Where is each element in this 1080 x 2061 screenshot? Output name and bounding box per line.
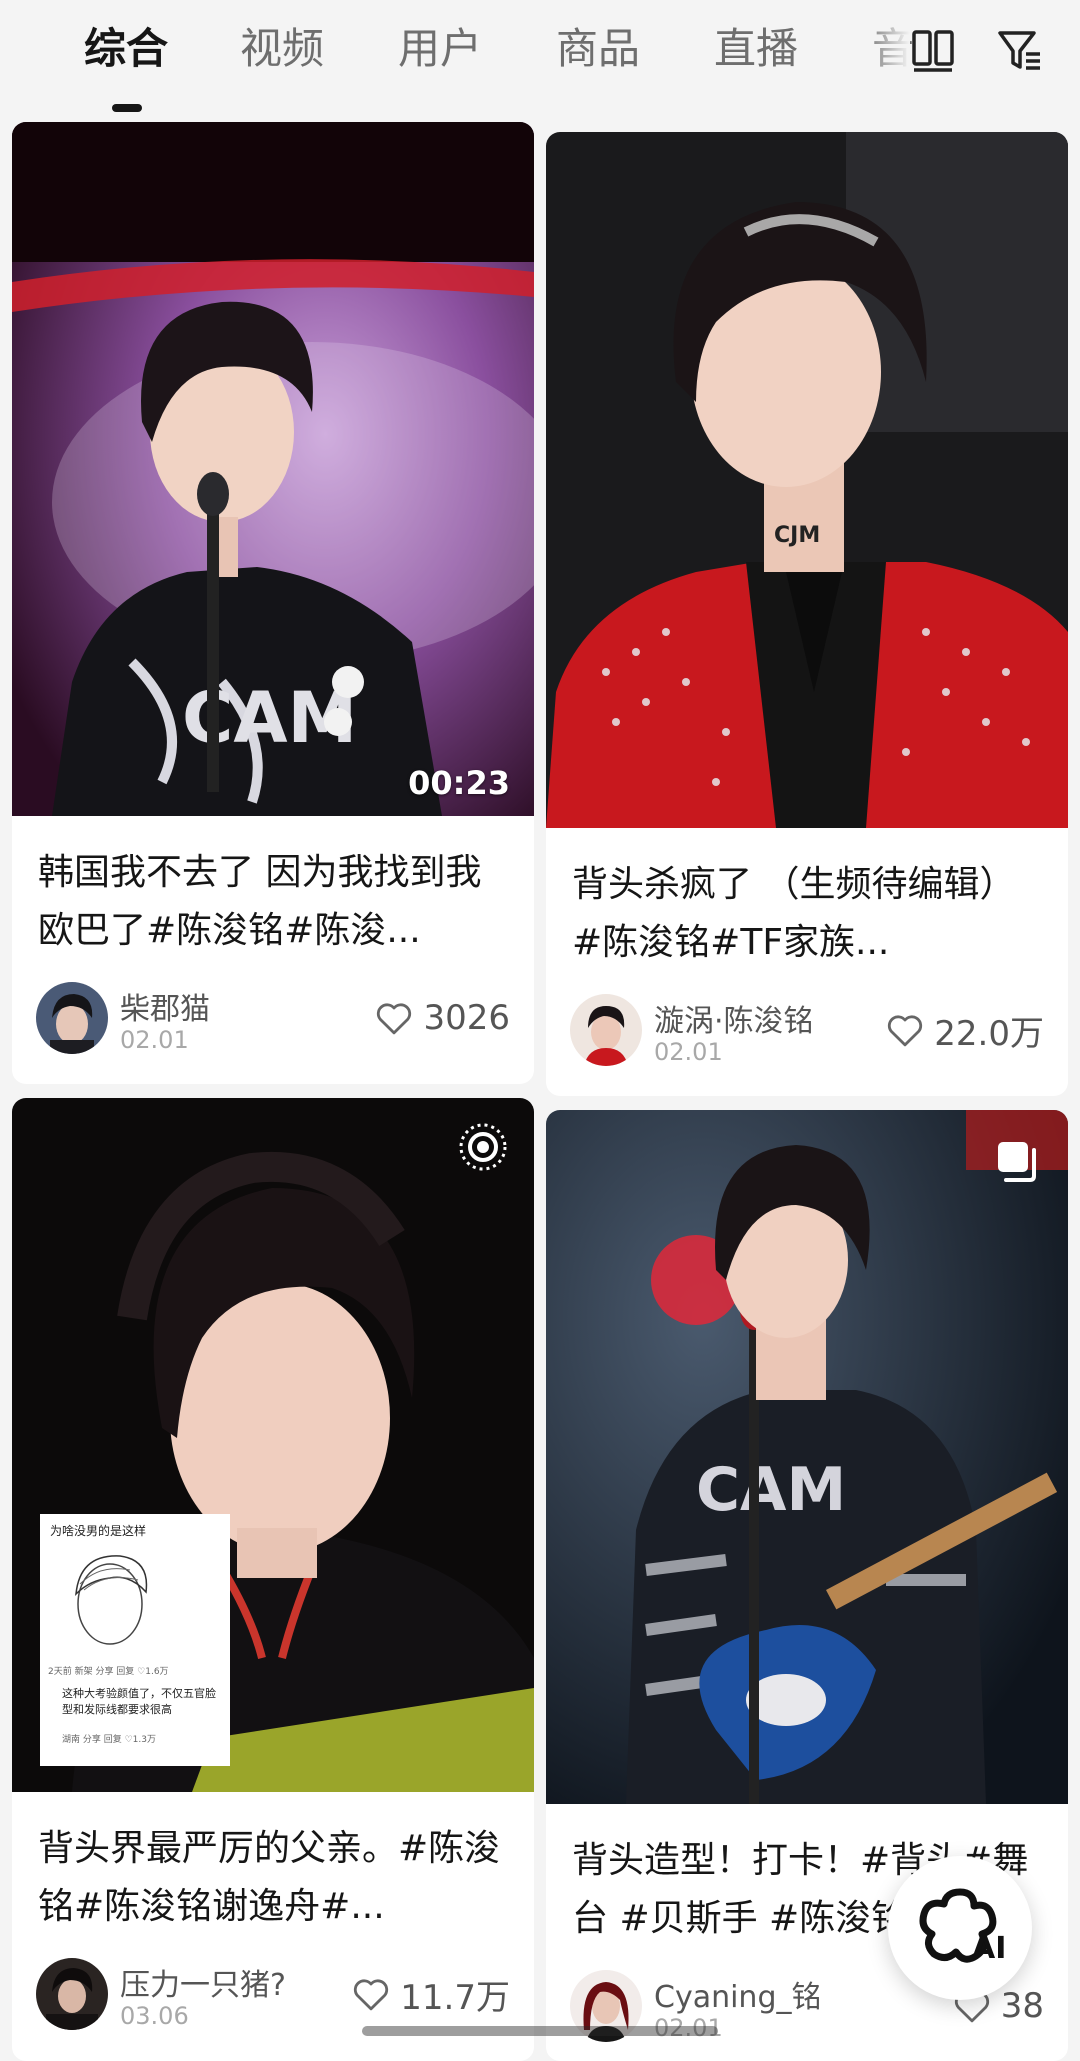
like-button[interactable]: 11.7万 — [350, 1970, 510, 2018]
search-tab-bar: 综合 视频 用户 商品 直播 音 — [0, 0, 1080, 116]
feed-card-live-photo[interactable]: 为啥没男的是这样 2天前 新架 分享 回复 ♡1.6万 这种大考验颜值了，不仅五… — [12, 1098, 534, 2061]
post-date: 02.01 — [654, 1038, 723, 1066]
like-count: 22.0万 — [934, 1013, 1044, 1054]
live-photo-icon — [459, 1123, 507, 1171]
ai-label: AI — [972, 1931, 1006, 1966]
ai-assistant-button[interactable]: AI — [888, 1856, 1032, 2000]
video-duration: 00:23 — [408, 764, 510, 802]
svg-text:CJM: CJM — [774, 523, 820, 548]
video-thumbnail[interactable]: CAM — [12, 122, 534, 816]
author-name[interactable]: 压力一只猪? — [120, 1960, 286, 2004]
post-date: 02.01 — [120, 1026, 189, 1054]
avatar[interactable] — [570, 994, 642, 1066]
card-caption[interactable]: 背头杀疯了 （生频待编辑） #陈浚铭#TF家族... — [572, 856, 1046, 972]
card-author-row[interactable]: 漩涡·陈浚铭 02.01 22.0万 — [570, 994, 1044, 1070]
card-caption[interactable]: 背头界最严厉的父亲。#陈浚铭#陈浚铭谢逸舟#... — [38, 1820, 512, 1936]
home-indicator — [362, 2026, 718, 2036]
comment-screenshot-overlay: 为啥没男的是这样 2天前 新架 分享 回复 ♡1.6万 这种大考验颜值了，不仅五… — [40, 1514, 230, 1766]
tab-comprehensive[interactable]: 综合 — [84, 18, 168, 80]
tab-users[interactable]: 用户 — [398, 18, 482, 80]
overlay-title: 为啥没男的是这样 — [50, 1524, 147, 1538]
tab-live[interactable]: 直播 — [714, 18, 798, 80]
like-count: 11.7万 — [400, 1977, 510, 2018]
like-button[interactable]: 22.0万 — [884, 1006, 1044, 1054]
heart-icon — [377, 1003, 412, 1035]
overlay-meta: 湖南 分享 回复 ♡1.3万 — [62, 1735, 156, 1745]
avatar[interactable] — [36, 1958, 108, 2030]
active-tab-indicator — [112, 104, 142, 112]
overlay-meta: 2天前 新架 分享 回复 ♡1.6万 — [48, 1667, 169, 1677]
filter-icon[interactable] — [996, 26, 1044, 74]
tab-products[interactable]: 商品 — [556, 18, 640, 80]
author-name[interactable]: Cyaning_铭 — [654, 1972, 822, 2016]
svg-text:CAM: CAM — [696, 1455, 846, 1525]
overlay-comment: 这种大考验颜值了，不仅五官脸型和发际线都要求很高 — [62, 1687, 216, 1716]
ai-flower-icon: AI — [919, 1888, 1006, 1966]
card-author-row[interactable]: 压力一只猪? 03.06 11.7万 — [36, 1958, 510, 2034]
sketch-illustration — [75, 1555, 148, 1645]
post-date: 03.06 — [120, 2002, 189, 2030]
like-count: 3026 — [423, 998, 510, 1038]
tab-video[interactable]: 视频 — [240, 18, 324, 80]
card-caption[interactable]: 韩国我不去了 因为我找到我欧巴了#陈浚铭#陈浚... — [38, 844, 512, 960]
author-name[interactable]: 漩涡·陈浚铭 — [654, 996, 814, 1040]
author-name[interactable]: 柴郡猫 — [120, 984, 210, 1028]
multi-image-thumbnail[interactable]: CAM — [546, 1110, 1068, 1804]
multi-image-icon — [998, 1142, 1036, 1182]
like-button[interactable]: 3026 — [373, 994, 510, 1042]
card-author-row[interactable]: 柴郡猫 02.01 3026 — [36, 982, 510, 1058]
two-column-layout-icon[interactable] — [910, 26, 958, 74]
avatar[interactable] — [36, 982, 108, 1054]
heart-icon — [888, 1015, 923, 1047]
feed-card-video[interactable]: CAM 00:23 韩国我不去了 因为我找到我欧巴了#陈浚铭#陈浚... 柴郡猫… — [12, 122, 534, 1084]
feed-card-image[interactable]: CJM 背头杀疯了 （生频待编辑） #陈浚铭#TF家族... 漩涡·陈浚铭 02… — [546, 132, 1068, 1096]
heart-icon — [354, 1979, 389, 2011]
image-thumbnail[interactable]: CJM — [546, 132, 1068, 828]
tab-fade — [872, 24, 910, 80]
